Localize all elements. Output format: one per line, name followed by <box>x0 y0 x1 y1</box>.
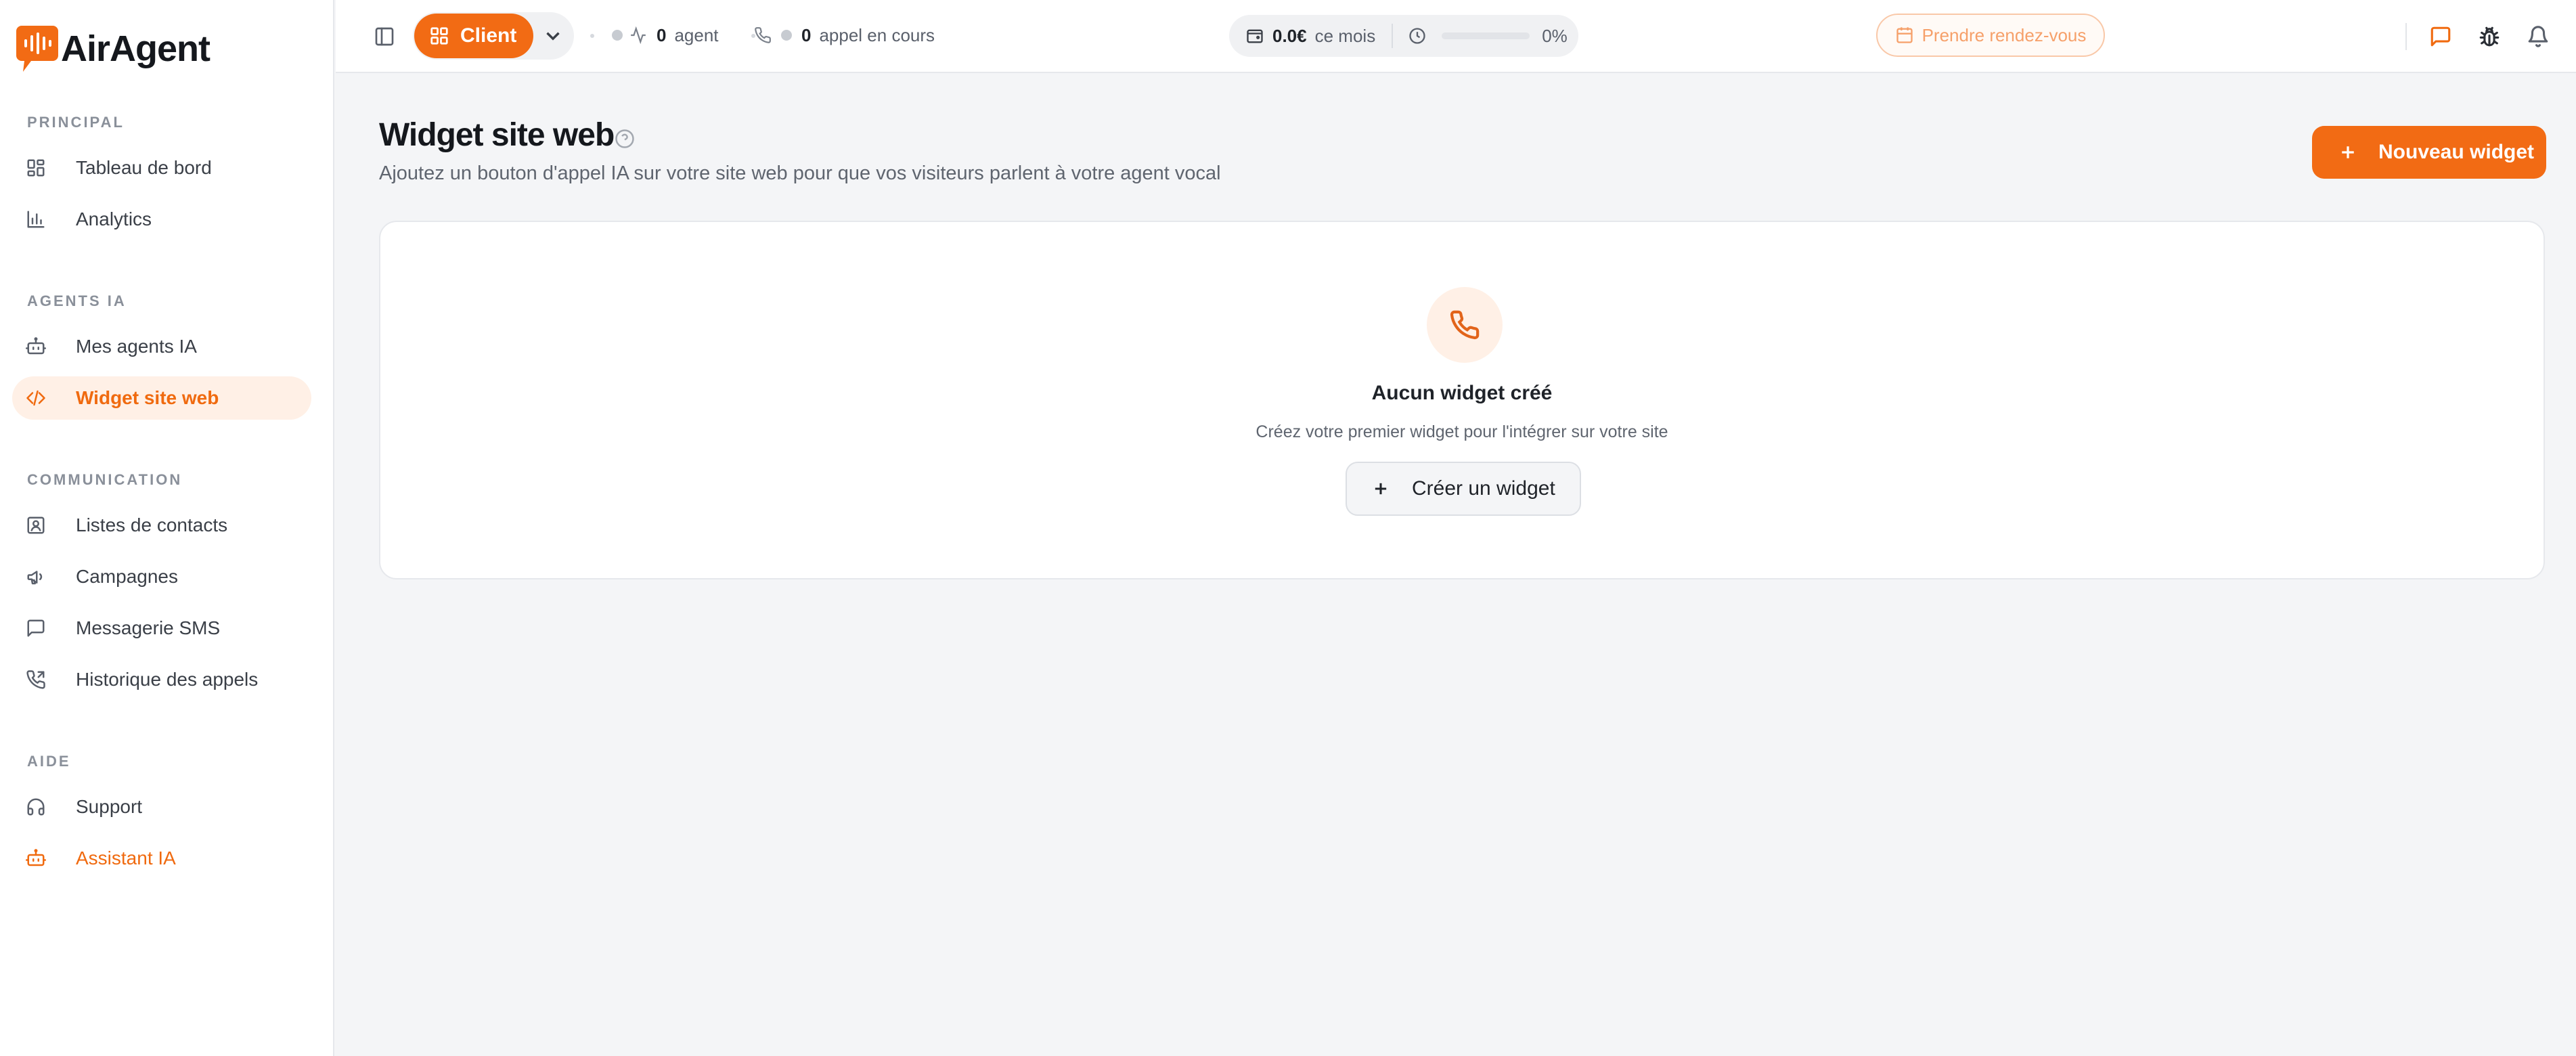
notifications-button[interactable] <box>2523 22 2553 51</box>
bot-icon <box>26 336 46 357</box>
role-switcher: Client <box>413 12 574 60</box>
section-label-communication: COMMUNICATION <box>27 471 183 488</box>
bell-icon <box>2528 26 2548 47</box>
topbar: Client 0 agent 0 appel en cours 0.0€ ce … <box>336 0 2576 73</box>
appointment-label: Prendre rendez-vous <box>1922 24 2087 45</box>
sidebar-item-label: Mes agents IA <box>76 336 197 357</box>
sidebar-item-messagerie-sms[interactable]: Messagerie SMS <box>12 607 311 650</box>
sidebar-item-label: Widget site web <box>76 387 219 408</box>
wallet-icon <box>1247 29 1263 43</box>
sidebar-item-mes-agents-ia[interactable]: Mes agents IA <box>12 325 311 368</box>
sidebar-item-historique-des-appels[interactable]: Historique des appels <box>12 658 311 701</box>
plus-icon <box>2342 146 2354 158</box>
bar-chart-icon <box>26 209 46 229</box>
appointment-button[interactable]: Prendre rendez-vous <box>1876 14 2105 57</box>
bot-icon <box>26 848 46 868</box>
section-label-aide: AIDE <box>27 753 71 770</box>
app-root: AirAgent PRINCIPAL Tableau de bord Analy… <box>0 0 2576 1056</box>
bug-icon <box>2479 26 2500 47</box>
divider <box>1392 24 1394 48</box>
new-widget-button[interactable]: Nouveau widget <box>2312 126 2546 179</box>
section-label-principal: PRINCIPAL <box>27 114 125 131</box>
agent-label: agent <box>674 24 719 45</box>
usage-percent: 0% <box>1542 25 1568 46</box>
sidebar-item-tableau-de-bord[interactable]: Tableau de bord <box>12 146 311 190</box>
page-title: Widget site web <box>379 117 615 153</box>
dashboard-icon <box>26 158 46 178</box>
sidebar-item-label: Assistant IA <box>76 848 176 868</box>
sidebar: AirAgent PRINCIPAL Tableau de bord Analy… <box>0 0 334 1056</box>
sidebar-item-support[interactable]: Support <box>12 785 311 829</box>
role-button[interactable]: Client <box>414 14 533 58</box>
sidebar-item-label: Listes de contacts <box>76 514 228 535</box>
sidebar-item-listes-de-contacts[interactable]: Listes de contacts <box>12 504 311 547</box>
sidebar-toggle-button[interactable] <box>371 23 398 50</box>
sidebar-item-analytics[interactable]: Analytics <box>12 198 311 241</box>
message-icon <box>26 618 46 638</box>
code-icon <box>26 388 46 408</box>
role-label: Client <box>460 24 517 47</box>
headphones-icon <box>26 797 46 817</box>
role-dropdown-toggle[interactable] <box>541 24 564 47</box>
divider <box>2405 23 2407 50</box>
sidebar-item-campagnes[interactable]: Campagnes <box>12 555 311 598</box>
contact-icon <box>26 515 46 535</box>
sidebar-item-label: Tableau de bord <box>76 157 212 178</box>
call-label: appel en cours <box>819 24 935 45</box>
call-status: 0 appel en cours <box>754 20 935 50</box>
help-icon[interactable] <box>615 129 635 149</box>
panel-left-icon <box>375 27 394 46</box>
usage-period: ce mois <box>1314 25 1376 46</box>
calendar-icon <box>1896 27 1913 43</box>
phone-icon <box>755 27 771 43</box>
usage-progress-bar <box>1442 32 1530 39</box>
logo[interactable]: AirAgent <box>15 22 210 76</box>
activity-icon <box>631 26 646 44</box>
logo-icon <box>16 26 58 72</box>
empty-state-card: Aucun widget créé Créez votre premier wi… <box>379 221 2545 579</box>
megaphone-icon <box>26 567 46 587</box>
create-widget-label: Créer un widget <box>1412 477 1555 500</box>
status-dot <box>781 30 792 41</box>
dashboard-icon <box>430 27 448 45</box>
clock-icon <box>1409 28 1425 44</box>
status-dot <box>612 30 623 41</box>
phone-history-icon <box>26 669 46 690</box>
section-label-agents-ia: AGENTS IA <box>27 292 127 309</box>
separator-dot <box>590 34 594 38</box>
sidebar-item-label: Campagnes <box>76 566 178 587</box>
agent-count: 0 <box>657 24 667 45</box>
chevron-down-icon <box>546 32 560 41</box>
usage-amount: 0.0€ <box>1272 25 1307 46</box>
empty-state-title: Aucun widget créé <box>1371 382 1553 404</box>
message-icon <box>2430 26 2451 47</box>
call-count: 0 <box>801 24 812 45</box>
sidebar-item-label: Historique des appels <box>76 669 259 690</box>
sidebar-item-label: Support <box>76 796 143 817</box>
sidebar-item-label: Analytics <box>76 208 152 229</box>
plus-icon <box>1375 483 1387 495</box>
agent-status: 0 agent <box>612 20 719 50</box>
sidebar-item-widget-site-web[interactable]: Widget site web <box>12 376 311 420</box>
usage-summary[interactable]: 0.0€ ce mois 0% <box>1229 15 1578 57</box>
phone-icon <box>1427 287 1503 363</box>
sidebar-item-assistant-ia[interactable]: Assistant IA <box>12 837 311 880</box>
new-widget-label: Nouveau widget <box>2378 141 2535 163</box>
brand-name: AirAgent <box>61 28 210 69</box>
page-subtitle: Ajoutez un bouton d'appel IA sur votre s… <box>379 162 1221 184</box>
create-widget-button[interactable]: Créer un widget <box>1346 462 1581 516</box>
chat-button[interactable] <box>2426 22 2456 51</box>
empty-state-description: Créez votre premier widget pour l'intégr… <box>1256 422 1668 441</box>
sidebar-item-label: Messagerie SMS <box>76 617 221 638</box>
bug-report-button[interactable] <box>2474 22 2504 51</box>
